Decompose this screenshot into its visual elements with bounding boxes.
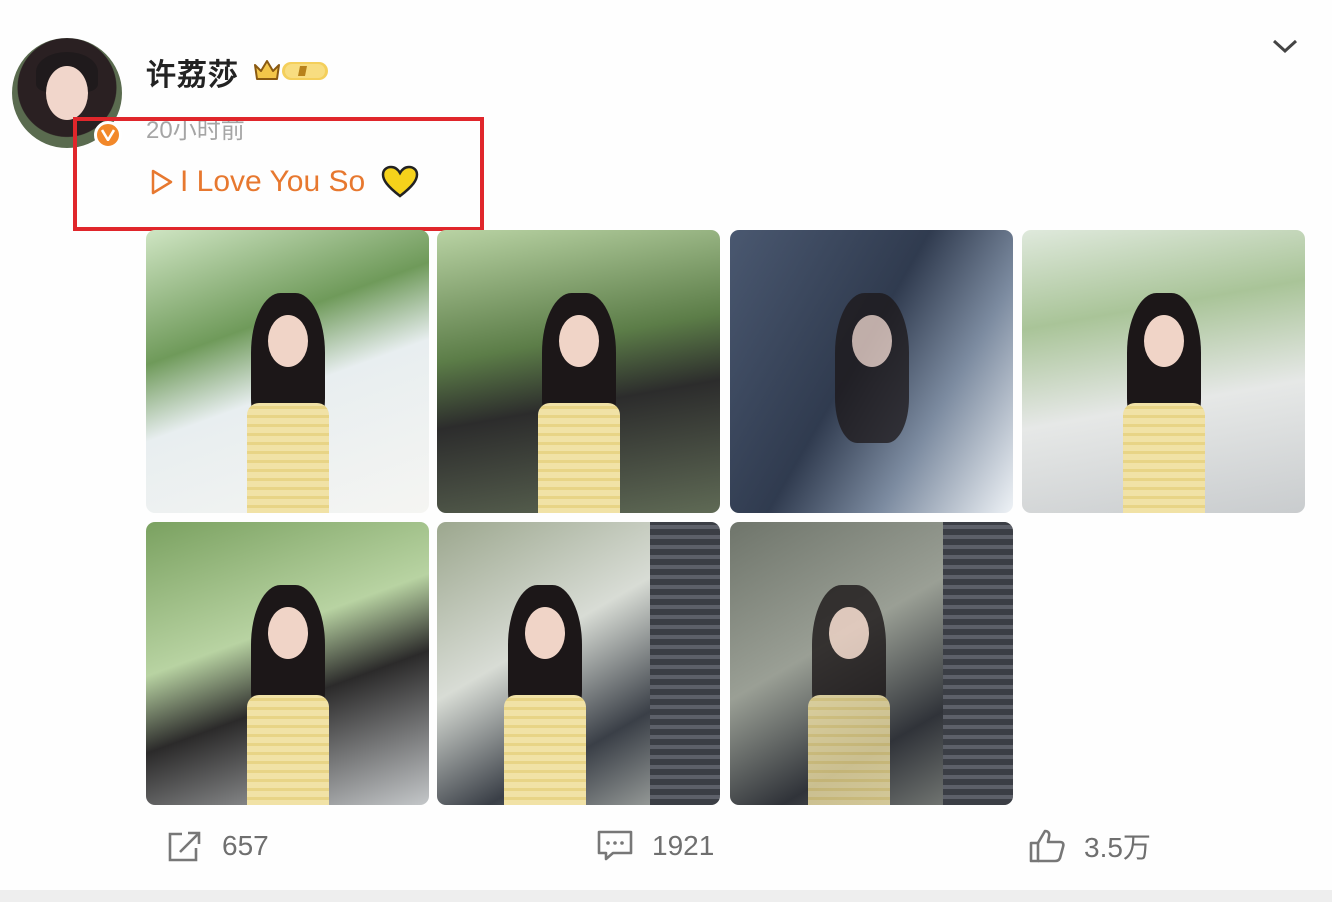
song-title: I Love You So xyxy=(180,165,366,198)
song-link[interactable]: I Love You So xyxy=(150,162,419,202)
photo-4[interactable] xyxy=(1022,230,1305,513)
photo-7[interactable] xyxy=(730,522,1013,805)
comment-icon xyxy=(597,830,633,861)
photo-5[interactable] xyxy=(146,522,429,805)
share-count: 657 xyxy=(222,830,269,861)
photo-6[interactable] xyxy=(437,522,720,805)
share-button[interactable]: 657 xyxy=(166,826,269,866)
username[interactable]: 许荔莎 xyxy=(146,50,239,94)
thumbs-up-icon xyxy=(1029,829,1065,863)
photo-2[interactable] xyxy=(437,230,720,513)
card-divider xyxy=(0,890,1332,902)
comment-button[interactable]: 1921 xyxy=(596,826,714,866)
photo-1[interactable] xyxy=(146,230,429,513)
play-icon xyxy=(151,169,173,195)
comment-count: 1921 xyxy=(652,830,715,861)
share-icon xyxy=(168,831,201,862)
like-button[interactable]: 3.5万 xyxy=(1028,826,1151,866)
yellow-heart-icon xyxy=(381,165,419,198)
like-count: 3.5万 xyxy=(1084,832,1151,863)
photo-3[interactable] xyxy=(730,230,1013,513)
weibo-post-card: 许荔莎 20小时前 I Love You So 657 1921 3.5万 xyxy=(0,0,1332,890)
chevron-down-icon[interactable] xyxy=(1270,36,1300,56)
crown-badge-icon[interactable] xyxy=(252,56,332,84)
